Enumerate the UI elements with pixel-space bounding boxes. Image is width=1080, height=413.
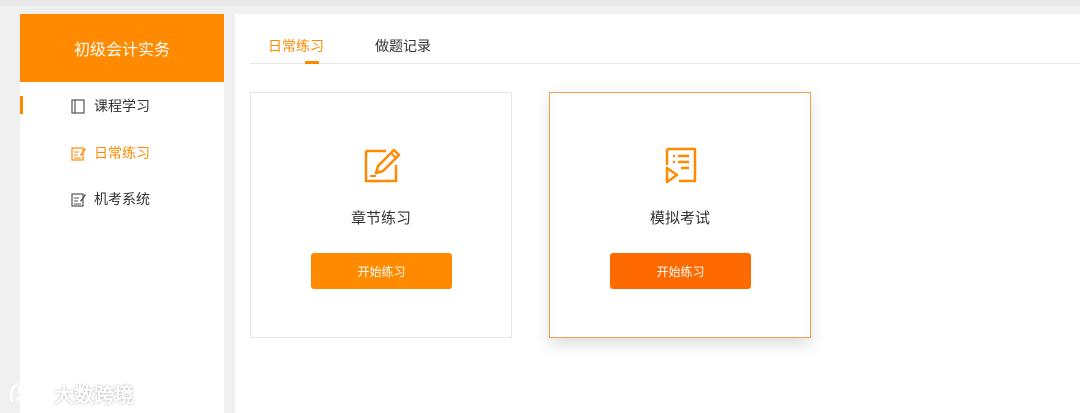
main-panel: 日常练习 做题记录 章节练习 开始练习 模拟考试 开始练习 — [235, 14, 1080, 413]
edit-icon — [70, 191, 86, 207]
sidebar-item-label: 日常练习 — [94, 146, 150, 162]
edit-icon — [70, 145, 86, 161]
tab-bar: 日常练习 做题记录 — [250, 14, 1080, 64]
sidebar-item-label: 机考系统 — [94, 192, 150, 208]
exam-list-icon — [659, 143, 703, 187]
watermark: 大数跨境 — [8, 378, 134, 408]
tab-practice-records[interactable]: 做题记录 — [375, 36, 431, 56]
watermark-logo-icon — [10, 382, 44, 403]
card-title: 章节练习 — [350, 209, 411, 227]
sidebar-item-daily-practice[interactable]: 日常练习 — [20, 133, 224, 173]
card-title: 模拟考试 — [649, 209, 710, 227]
sidebar-item-course-study[interactable]: 课程学习 — [20, 86, 224, 126]
top-strip — [0, 0, 1080, 6]
watermark-text: 大数跨境 — [54, 382, 134, 407]
tab-active-underline — [305, 61, 319, 64]
tab-daily-practice[interactable]: 日常练习 — [268, 36, 324, 56]
sidebar-course-title: 初级会计实务 — [20, 14, 224, 82]
pencil-paper-icon — [360, 143, 404, 187]
sidebar: 初级会计实务 课程学习 日常练习 机考系统 — [20, 14, 224, 413]
chapter-practice-card[interactable]: 章节练习 开始练习 — [250, 92, 512, 338]
book-icon — [70, 98, 86, 114]
start-practice-button[interactable]: 开始练习 — [610, 253, 751, 289]
sidebar-item-exam-system[interactable]: 机考系统 — [20, 179, 224, 219]
mock-exam-card[interactable]: 模拟考试 开始练习 — [549, 92, 811, 338]
start-practice-button[interactable]: 开始练习 — [311, 253, 452, 289]
sidebar-item-label: 课程学习 — [94, 99, 150, 115]
